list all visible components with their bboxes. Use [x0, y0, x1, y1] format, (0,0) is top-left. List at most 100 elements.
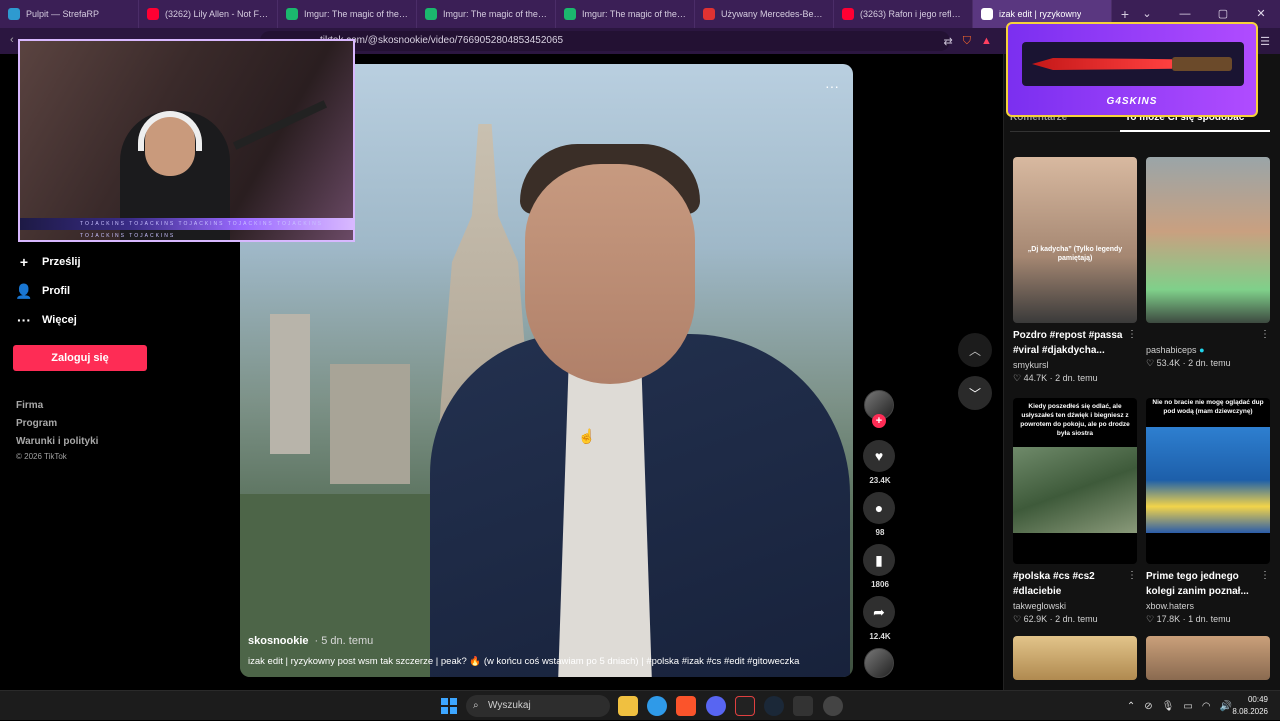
- video-caption: izak edit | ryzykowny post wsm tak szcze…: [248, 656, 800, 667]
- video-author[interactable]: skosnookie · 5 dn. temu: [248, 635, 373, 647]
- mic-icon[interactable]: 🎙: [1162, 701, 1175, 712]
- card-more-icon[interactable]: ⋮: [1127, 329, 1137, 340]
- brave-icon[interactable]: [676, 696, 696, 716]
- video-thumbnail[interactable]: [1146, 636, 1270, 680]
- footer-link-program[interactable]: Program: [16, 418, 57, 429]
- previous-video-chevron-up-icon[interactable]: ︿: [958, 333, 992, 367]
- monitor-icon[interactable]: ▭: [1183, 701, 1192, 712]
- sidebar-item-profile[interactable]: 👤 Profil: [15, 282, 70, 299]
- thumbnail-overlay-text: „Dj kadycha” (Tylko legendy pamiętają): [1027, 246, 1123, 262]
- background-building: [270, 314, 310, 454]
- sidebar-item-more[interactable]: ··· Więcej: [16, 312, 77, 328]
- card-likes: 62.9K: [1023, 614, 1048, 624]
- browser-tab[interactable]: Imgur: The magic of the Intern: [417, 0, 556, 28]
- translate-icon[interactable]: ⇄: [944, 35, 953, 48]
- more-options-icon[interactable]: ···: [825, 78, 839, 94]
- g4skins-ad-banner[interactable]: G4SKINS: [1006, 22, 1258, 117]
- comment-icon[interactable]: ●: [863, 492, 895, 524]
- knife-blade: [1032, 58, 1172, 70]
- tab-favicon-icon: [981, 8, 993, 20]
- edge-icon[interactable]: [647, 696, 667, 716]
- network-off-icon[interactable]: ⊘: [1144, 701, 1152, 712]
- card-author[interactable]: smykursl: [1013, 360, 1137, 370]
- video-thumbnail[interactable]: [1013, 636, 1137, 680]
- clock-time: 00:49: [1247, 695, 1268, 704]
- browser-tab[interactable]: Pulpit — StrefaRP: [0, 0, 139, 28]
- tab-favicon-icon: [286, 8, 298, 20]
- footer-link-company[interactable]: Firma: [16, 400, 43, 411]
- brave-shield-icon[interactable]: ⛉: [963, 35, 971, 48]
- tab-favicon-icon: [425, 8, 437, 20]
- tab-label: Imgur: The magic of the Intern: [582, 9, 686, 19]
- app-icon[interactable]: [735, 696, 755, 716]
- ad-brand-logo: G4SKINS: [1106, 96, 1158, 107]
- address-bar[interactable]: tiktok.com/@skosnookie/video/76690528048…: [260, 31, 950, 51]
- sidebar-item-upload[interactable]: + Prześlij: [16, 254, 81, 270]
- recommended-video-card[interactable]: Kiedy poszedłeś się odlać, ale usłyszałe…: [1013, 398, 1137, 625]
- windows-start-icon[interactable]: [441, 698, 457, 714]
- recommended-video-card[interactable]: „Dj kadycha” (Tylko legendy pamiętają) ⋮…: [1013, 157, 1137, 384]
- card-more-icon[interactable]: ⋮: [1260, 329, 1270, 340]
- back-icon[interactable]: ‹: [10, 34, 14, 46]
- obs-icon[interactable]: [823, 696, 843, 716]
- wifi-icon[interactable]: ◠: [1202, 701, 1211, 712]
- tab-favicon-icon: [703, 8, 715, 20]
- menu-icon[interactable]: ☰: [1260, 35, 1270, 48]
- browser-tab[interactable]: Imgur: The magic of the Intern: [278, 0, 417, 28]
- search-icon: ⌕: [473, 700, 479, 711]
- video-thumbnail[interactable]: Nie no bracie nie mogę oglądać dup pod w…: [1146, 398, 1270, 564]
- next-video-chevron-down-icon[interactable]: ﹀: [958, 376, 992, 410]
- file-explorer-icon[interactable]: [618, 696, 638, 716]
- card-more-icon[interactable]: ⋮: [1260, 570, 1270, 581]
- share-arrow-icon[interactable]: ➦: [863, 596, 895, 628]
- chevron-up-icon[interactable]: ⌃: [1127, 701, 1135, 712]
- sidebar-item-label: Więcej: [42, 314, 77, 326]
- user-icon: 👤: [15, 282, 33, 299]
- sidebar-item-label: Prześlij: [42, 256, 81, 268]
- rewards-icon[interactable]: ▲: [981, 35, 992, 47]
- card-meta: ♡ 17.8K · 1 dn. temu: [1146, 614, 1231, 624]
- card-author[interactable]: pashabiceps ●: [1146, 345, 1270, 355]
- steam-icon[interactable]: [764, 696, 784, 716]
- save-count: 1806: [871, 580, 889, 589]
- clock-date: 8.08.2026: [1232, 707, 1268, 716]
- share-count: 12.4K: [869, 632, 891, 641]
- bookmark-icon[interactable]: ▮: [863, 544, 895, 576]
- taskbar-search[interactable]: ⌕ Wyszukaj: [466, 695, 610, 717]
- card-author-name[interactable]: pashabiceps: [1146, 345, 1197, 355]
- tools-icon[interactable]: [793, 696, 813, 716]
- card-author[interactable]: takweglowski: [1013, 601, 1137, 611]
- card-likes: 44.7K: [1023, 373, 1048, 383]
- windows-taskbar: ⌕ Wyszukaj ⌃ ⊘ 🎙 ▭ ◠ 🔊 00:49 8.08.2026: [0, 690, 1280, 720]
- tab-favicon-icon: [564, 8, 576, 20]
- browser-tab[interactable]: (3262) Lily Allen - Not Fair: [139, 0, 278, 28]
- browser-tab[interactable]: (3263) Rafon i jego refleks up: [834, 0, 973, 28]
- music-disc-icon[interactable]: [864, 648, 894, 678]
- login-button[interactable]: Zaloguj się: [13, 345, 147, 371]
- recommended-video-card[interactable]: ⋮ pashabiceps ● ♡ 53.4K · 2 dn. temu: [1146, 157, 1270, 369]
- browser-tab[interactable]: Imgur: The magic of the Intern: [556, 0, 695, 28]
- copyright-text: © 2026 TikTok: [16, 452, 67, 461]
- card-title: #polska #cs #cs2 #dlaciebie: [1013, 571, 1095, 597]
- discord-icon[interactable]: [706, 696, 726, 716]
- video-thumbnail[interactable]: Kiedy poszedłeś się odlać, ale usłyszałe…: [1013, 398, 1137, 564]
- browser-tab[interactable]: Używany Mercedes-Benz Klas: [695, 0, 834, 28]
- hand-cursor-icon: ☝: [578, 428, 596, 444]
- volume-icon[interactable]: 🔊: [1220, 701, 1232, 712]
- author-name[interactable]: skosnookie: [248, 635, 309, 647]
- card-time: 2 dn. temu: [1188, 358, 1231, 368]
- knife-handle: [1172, 57, 1232, 71]
- clock[interactable]: 00:49 8.08.2026: [1232, 694, 1268, 718]
- follow-plus-icon[interactable]: +: [872, 414, 886, 428]
- video-thumbnail[interactable]: „Dj kadycha” (Tylko legendy pamiętają): [1013, 157, 1137, 323]
- recommended-video-card[interactable]: Nie no bracie nie mogę oglądać dup pod w…: [1146, 398, 1270, 625]
- card-author[interactable]: xbow.haters: [1146, 601, 1270, 611]
- heart-outline-icon: ♡: [1013, 373, 1024, 383]
- video-thumbnail[interactable]: [1146, 157, 1270, 323]
- footer-link-terms[interactable]: Warunki i polityki: [16, 436, 98, 447]
- like-heart-icon[interactable]: ♥: [863, 440, 895, 472]
- thumbnail-overlay-text: Nie no bracie nie mogę oglądać dup pod w…: [1152, 399, 1264, 415]
- heart-outline-icon: ♡: [1013, 614, 1024, 624]
- card-more-icon[interactable]: ⋮: [1127, 570, 1137, 581]
- heart-outline-icon: ♡: [1146, 614, 1157, 624]
